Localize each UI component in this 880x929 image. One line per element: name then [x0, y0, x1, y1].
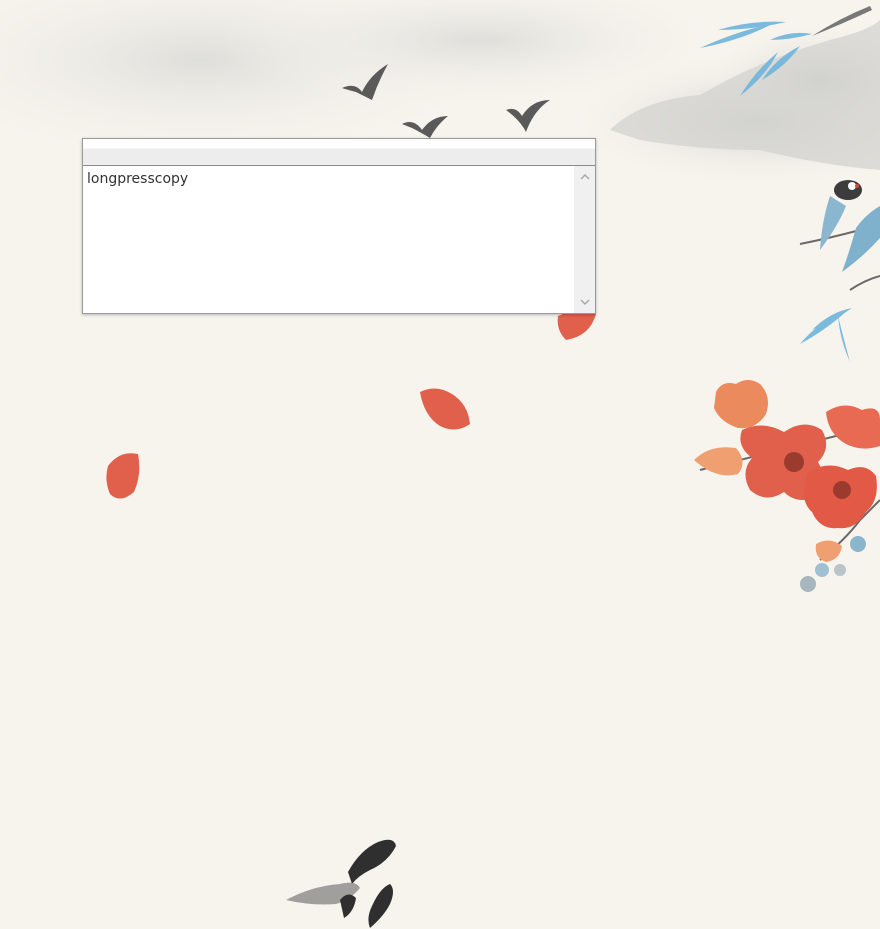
desktop-background: longpresscopy	[0, 0, 880, 929]
red-flowers	[694, 380, 880, 592]
text-content-area[interactable]: longpresscopy	[83, 166, 574, 313]
falling-petals	[106, 311, 596, 499]
vertical-scrollbar[interactable]	[574, 166, 595, 313]
chevron-up-icon[interactable]	[574, 168, 595, 185]
text-editor-window: longpresscopy	[82, 138, 596, 314]
koi-fish	[286, 839, 396, 928]
window-titlebar[interactable]	[83, 139, 595, 166]
perched-birds	[820, 180, 880, 272]
chevron-down-icon[interactable]	[574, 294, 595, 311]
